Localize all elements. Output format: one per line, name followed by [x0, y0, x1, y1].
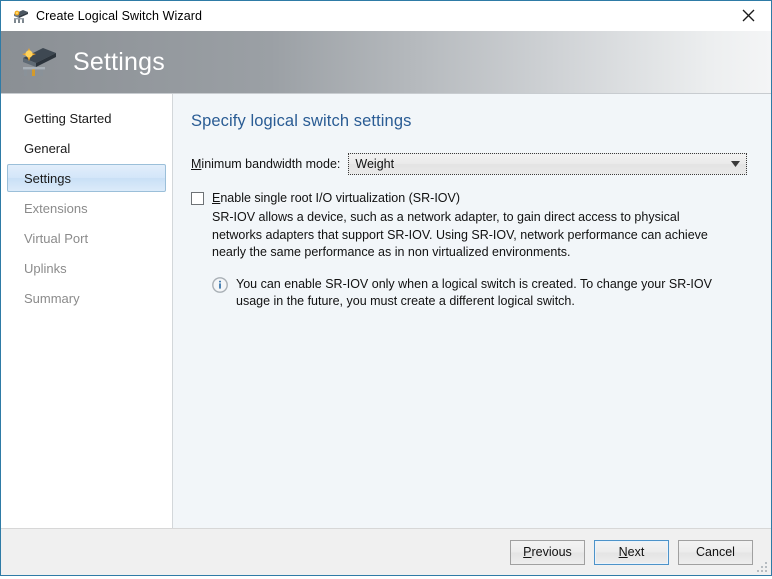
sidebar-item-label: Virtual Port [24, 230, 89, 246]
sidebar-item-label: Extensions [24, 200, 88, 216]
accelerator-key: M [191, 157, 202, 171]
banner-title: Settings [73, 47, 165, 76]
sidebar-item-uplinks[interactable]: Uplinks [7, 254, 166, 282]
footer-button-bar: Previous Next Cancel [1, 528, 771, 575]
title-bar: Create Logical Switch Wizard [1, 1, 771, 31]
sidebar-item-virtual-port[interactable]: Virtual Port [7, 224, 166, 252]
sriov-checkbox[interactable] [191, 192, 204, 205]
sriov-checkbox-label: Enable single root I/O virtualization (S… [212, 190, 460, 207]
bandwidth-mode-value: Weight [355, 157, 395, 171]
sidebar-item-label: General [24, 140, 71, 156]
chevron-down-icon [728, 161, 742, 167]
bandwidth-mode-label-text: inimum bandwidth mode: [201, 157, 341, 171]
sidebar-item-extensions[interactable]: Extensions [7, 194, 166, 222]
bandwidth-mode-dropdown[interactable]: Weight [348, 153, 747, 175]
sidebar-item-label: Settings [24, 170, 71, 186]
sidebar-item-label: Summary [24, 290, 80, 306]
window-title: Create Logical Switch Wizard [36, 9, 203, 23]
sriov-info-note: You can enable SR-IOV only when a logica… [212, 276, 747, 311]
sriov-checkbox-row[interactable]: Enable single root I/O virtualization (S… [191, 190, 747, 207]
info-icon [212, 276, 228, 293]
button-label: Cancel [696, 545, 735, 559]
window-body: Getting Started General Settings Extensi… [1, 93, 771, 528]
button-label: revious [531, 545, 572, 559]
sriov-label-text: nable single root I/O virtualization (SR… [220, 191, 461, 205]
logical-switch-icon [11, 7, 29, 25]
accelerator-key: P [523, 545, 532, 559]
close-icon[interactable] [725, 1, 771, 30]
content-pane: Specify logical switch settings Minimum … [173, 94, 771, 528]
cancel-button[interactable]: Cancel [678, 539, 753, 565]
sidebar-item-settings[interactable]: Settings [7, 164, 166, 192]
sidebar-item-summary[interactable]: Summary [7, 284, 166, 312]
sriov-description: SR-IOV allows a device, such as a networ… [212, 210, 708, 259]
button-label: ext [627, 545, 645, 559]
bandwidth-mode-row: Minimum bandwidth mode: Weight [191, 153, 747, 175]
sidebar-item-label: Getting Started [24, 110, 112, 126]
info-note-text: You can enable SR-IOV only when a logica… [236, 276, 712, 309]
bandwidth-mode-label: Minimum bandwidth mode: [191, 157, 340, 171]
logical-switch-large-icon [17, 42, 59, 82]
accelerator-key: N [618, 545, 628, 559]
wizard-window: Create Logical Switch Wizard Settings Ge… [0, 0, 772, 576]
resize-grip-icon[interactable] [755, 560, 769, 574]
wizard-sidebar: Getting Started General Settings Extensi… [1, 94, 173, 528]
page-banner: Settings [1, 31, 771, 93]
page-title: Specify logical switch settings [191, 112, 412, 130]
previous-button[interactable]: Previous [510, 539, 585, 565]
sidebar-item-getting-started[interactable]: Getting Started [7, 104, 166, 132]
next-button[interactable]: Next [594, 539, 669, 565]
sidebar-item-label: Uplinks [24, 260, 67, 276]
sidebar-item-general[interactable]: General [7, 134, 166, 162]
